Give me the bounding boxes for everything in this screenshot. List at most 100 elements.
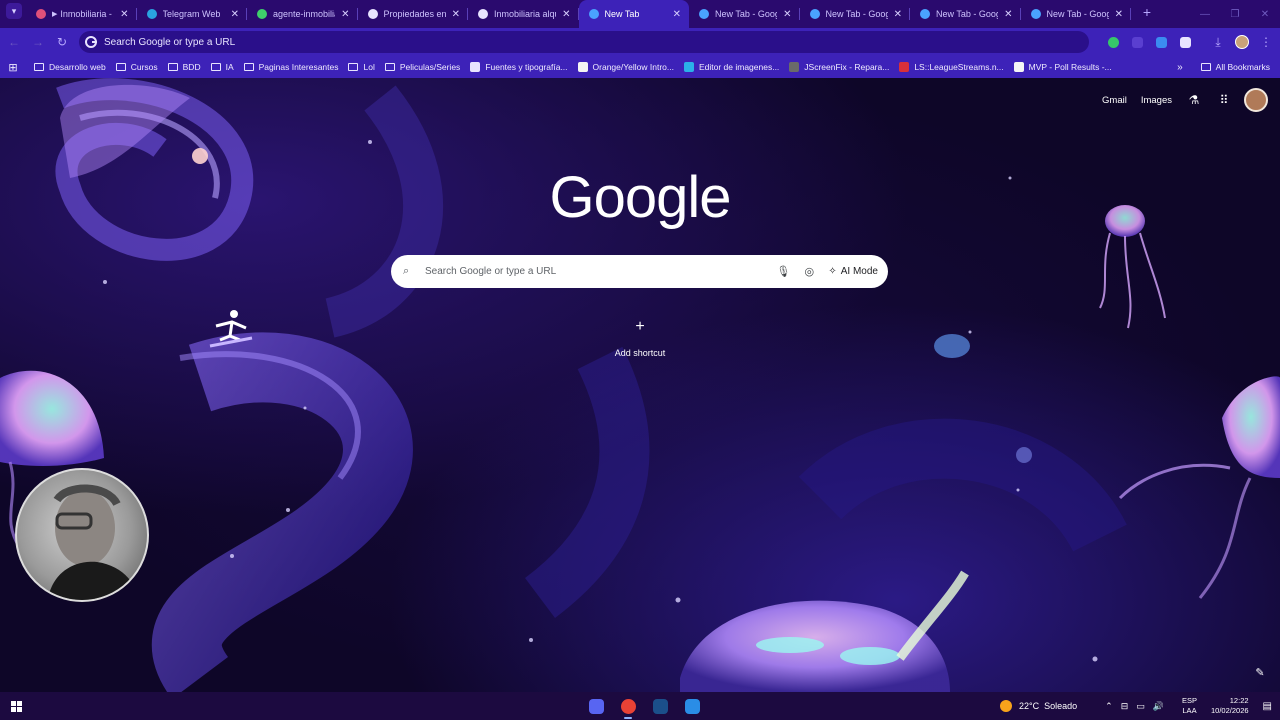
forward-button[interactable]: → xyxy=(27,31,49,53)
tab-title: Telegram Web xyxy=(162,9,221,19)
tab-close-icon[interactable]: ✕ xyxy=(341,9,349,20)
customize-pencil-icon[interactable]: ✎ xyxy=(1252,664,1268,680)
bookmark-folder[interactable]: Paginas Interesantes xyxy=(243,62,338,72)
download-icon[interactable]: ⤓ xyxy=(1207,31,1229,53)
tab-search-button[interactable]: ▾ xyxy=(6,3,22,19)
extension-button[interactable] xyxy=(1101,31,1125,53)
tab-favicon-icon xyxy=(699,9,709,19)
address-bar[interactable]: Search Google or type a URL xyxy=(79,31,1089,53)
microphone-icon[interactable]: 🎙 xyxy=(770,265,796,278)
taskbar-app-button[interactable] xyxy=(612,692,644,720)
start-button[interactable] xyxy=(0,700,32,712)
avatar xyxy=(1235,35,1249,49)
add-shortcut-tile[interactable]: + Add shortcut xyxy=(600,314,680,358)
bookmark-link[interactable]: JScreenFix - Repara... xyxy=(789,62,889,72)
network-icon[interactable]: ⊟ xyxy=(1121,701,1129,712)
close-window-button[interactable]: ✕ xyxy=(1250,9,1280,20)
extension-button[interactable] xyxy=(1125,31,1149,53)
browser-tab[interactable]: Inmobiliaria alqu ✕ xyxy=(468,0,579,28)
display-icon[interactable]: ▭ xyxy=(1136,701,1145,712)
bookmark-favicon-icon xyxy=(683,62,694,72)
browser-tab[interactable]: Telegram Web ✕ xyxy=(137,0,247,28)
tab-title: New Tab - Googl xyxy=(1046,9,1109,19)
gmail-link[interactable]: Gmail xyxy=(1102,95,1127,106)
tab-close-icon[interactable]: ✕ xyxy=(1004,9,1012,20)
notifications-icon[interactable]: ▤ xyxy=(1263,701,1272,712)
google-apps-grid-icon[interactable]: ⠿ xyxy=(1216,92,1232,108)
tab-close-icon[interactable]: ✕ xyxy=(1115,9,1123,20)
all-bookmarks-button[interactable]: All Bookmarks xyxy=(1200,62,1270,72)
taskbar-app-button[interactable] xyxy=(644,692,676,720)
profile-button[interactable] xyxy=(1231,31,1253,53)
maximize-button[interactable]: ❐ xyxy=(1220,9,1250,20)
apps-grid-icon[interactable]: ⊞ xyxy=(0,61,26,74)
bookmark-label: JScreenFix - Repara... xyxy=(804,62,890,72)
bookmark-link[interactable]: Editor de imagenes... xyxy=(683,62,779,72)
browser-menu-button[interactable]: ⋮ xyxy=(1255,31,1277,53)
language-indicator[interactable]: ESP LAA xyxy=(1182,696,1197,716)
chevron-up-icon[interactable]: ⌃ xyxy=(1105,701,1113,712)
google-account-avatar[interactable] xyxy=(1244,88,1268,112)
browser-tab[interactable]: New Tab - Googl ✕ xyxy=(689,0,800,28)
tab-close-icon[interactable]: ✕ xyxy=(783,9,791,20)
bookmark-favicon-icon xyxy=(899,62,910,72)
folder-icon xyxy=(210,63,221,71)
more-bookmarks-button[interactable]: » xyxy=(1177,62,1183,73)
google-lens-icon[interactable]: ◎ xyxy=(796,265,822,278)
tab-close-icon[interactable]: ✕ xyxy=(231,9,239,20)
ntp-top-links: Gmail Images ⚗ ⠿ xyxy=(1088,88,1268,112)
bookmark-folder[interactable]: Cursos xyxy=(115,62,158,72)
tab-close-icon[interactable]: ✕ xyxy=(673,9,681,20)
bookmark-link[interactable]: MVP - Poll Results -... xyxy=(1013,62,1112,72)
reload-button[interactable]: ↻ xyxy=(51,31,73,53)
windows-taskbar: 22°C Soleado ⌃ ⊟ ▭ 🔊 ESP LAA 12:22 10/02… xyxy=(0,692,1280,720)
clock-time: 12:22 xyxy=(1229,696,1249,705)
bookmark-label: Orange/Yellow Intro... xyxy=(592,62,674,72)
tab-favicon-icon xyxy=(36,9,46,19)
bookmark-link[interactable]: LS::LeagueStreams.n... xyxy=(899,62,1004,72)
minimize-button[interactable]: — xyxy=(1190,9,1220,20)
labs-flask-icon[interactable]: ⚗ xyxy=(1186,92,1202,108)
browser-tab[interactable]: New Tab - Googl ✕ xyxy=(1021,0,1131,28)
ntp-search-box[interactable]: ⌕ Search Google or type a URL 🎙 ◎ ✧ AI M… xyxy=(391,255,888,288)
extension-button[interactable] xyxy=(1173,31,1197,53)
taskbar-app-button[interactable] xyxy=(580,692,612,720)
system-tray: 22°C Soleado ⌃ ⊟ ▭ 🔊 ESP LAA 12:22 10/02… xyxy=(1000,692,1272,720)
browser-tab[interactable]: New Tab ✕ xyxy=(578,0,689,28)
extension-button[interactable] xyxy=(1149,31,1173,53)
ai-mode-button[interactable]: ✧ AI Mode xyxy=(828,266,878,277)
browser-tab[interactable]: Propiedades en a ✕ xyxy=(358,0,468,28)
extension-purple-icon xyxy=(1131,36,1143,48)
google-logo: Google xyxy=(549,165,731,230)
taskbar-app-button[interactable] xyxy=(676,692,708,720)
images-link[interactable]: Images xyxy=(1141,95,1172,106)
bookmark-folder[interactable]: IA xyxy=(210,62,234,72)
bookmark-link[interactable]: Orange/Yellow Intro... xyxy=(577,62,674,72)
tab-close-icon[interactable]: ✕ xyxy=(894,9,902,20)
weather-widget[interactable]: 22°C Soleado xyxy=(1000,700,1077,712)
clock[interactable]: 12:22 10/02/2026 xyxy=(1211,696,1249,716)
add-shortcut-label: Add shortcut xyxy=(614,348,666,358)
bookmark-folder[interactable]: Desarrollo web xyxy=(34,62,106,72)
browser-tab[interactable]: ▶ Inmobiliaria - A ✕ xyxy=(26,0,137,28)
tab-close-icon[interactable]: ✕ xyxy=(562,9,570,20)
browser-tab[interactable]: New Tab - Googl ✕ xyxy=(800,0,910,28)
bookmark-favicon-icon xyxy=(470,62,481,72)
bookmark-folder[interactable]: Lol xyxy=(348,62,375,72)
taskbar-apps xyxy=(580,692,708,720)
browser-tab[interactable]: agente-inmobilia ✕ xyxy=(247,0,358,28)
bookmark-link[interactable]: Fuentes y tipografía... xyxy=(470,62,568,72)
bookmark-folder[interactable]: BDD xyxy=(167,62,201,72)
tab-close-icon[interactable]: ✕ xyxy=(452,9,460,20)
volume-icon[interactable]: 🔊 xyxy=(1153,701,1164,712)
tab-title: Inmobiliaria - A xyxy=(60,9,115,19)
chevron-down-icon: ▾ xyxy=(11,5,17,16)
lang-line-1: ESP xyxy=(1181,696,1197,705)
bookmark-folder[interactable]: Peliculas/Series xyxy=(384,62,460,72)
new-tab-button[interactable]: + xyxy=(1137,2,1157,22)
browser-tab[interactable]: New Tab - Googl ✕ xyxy=(910,0,1021,28)
tab-close-icon[interactable]: ✕ xyxy=(120,9,128,20)
search-placeholder: Search Google or type a URL xyxy=(425,266,557,277)
back-button[interactable]: ← xyxy=(3,31,25,53)
tab-title: New Tab - Googl xyxy=(825,9,888,19)
